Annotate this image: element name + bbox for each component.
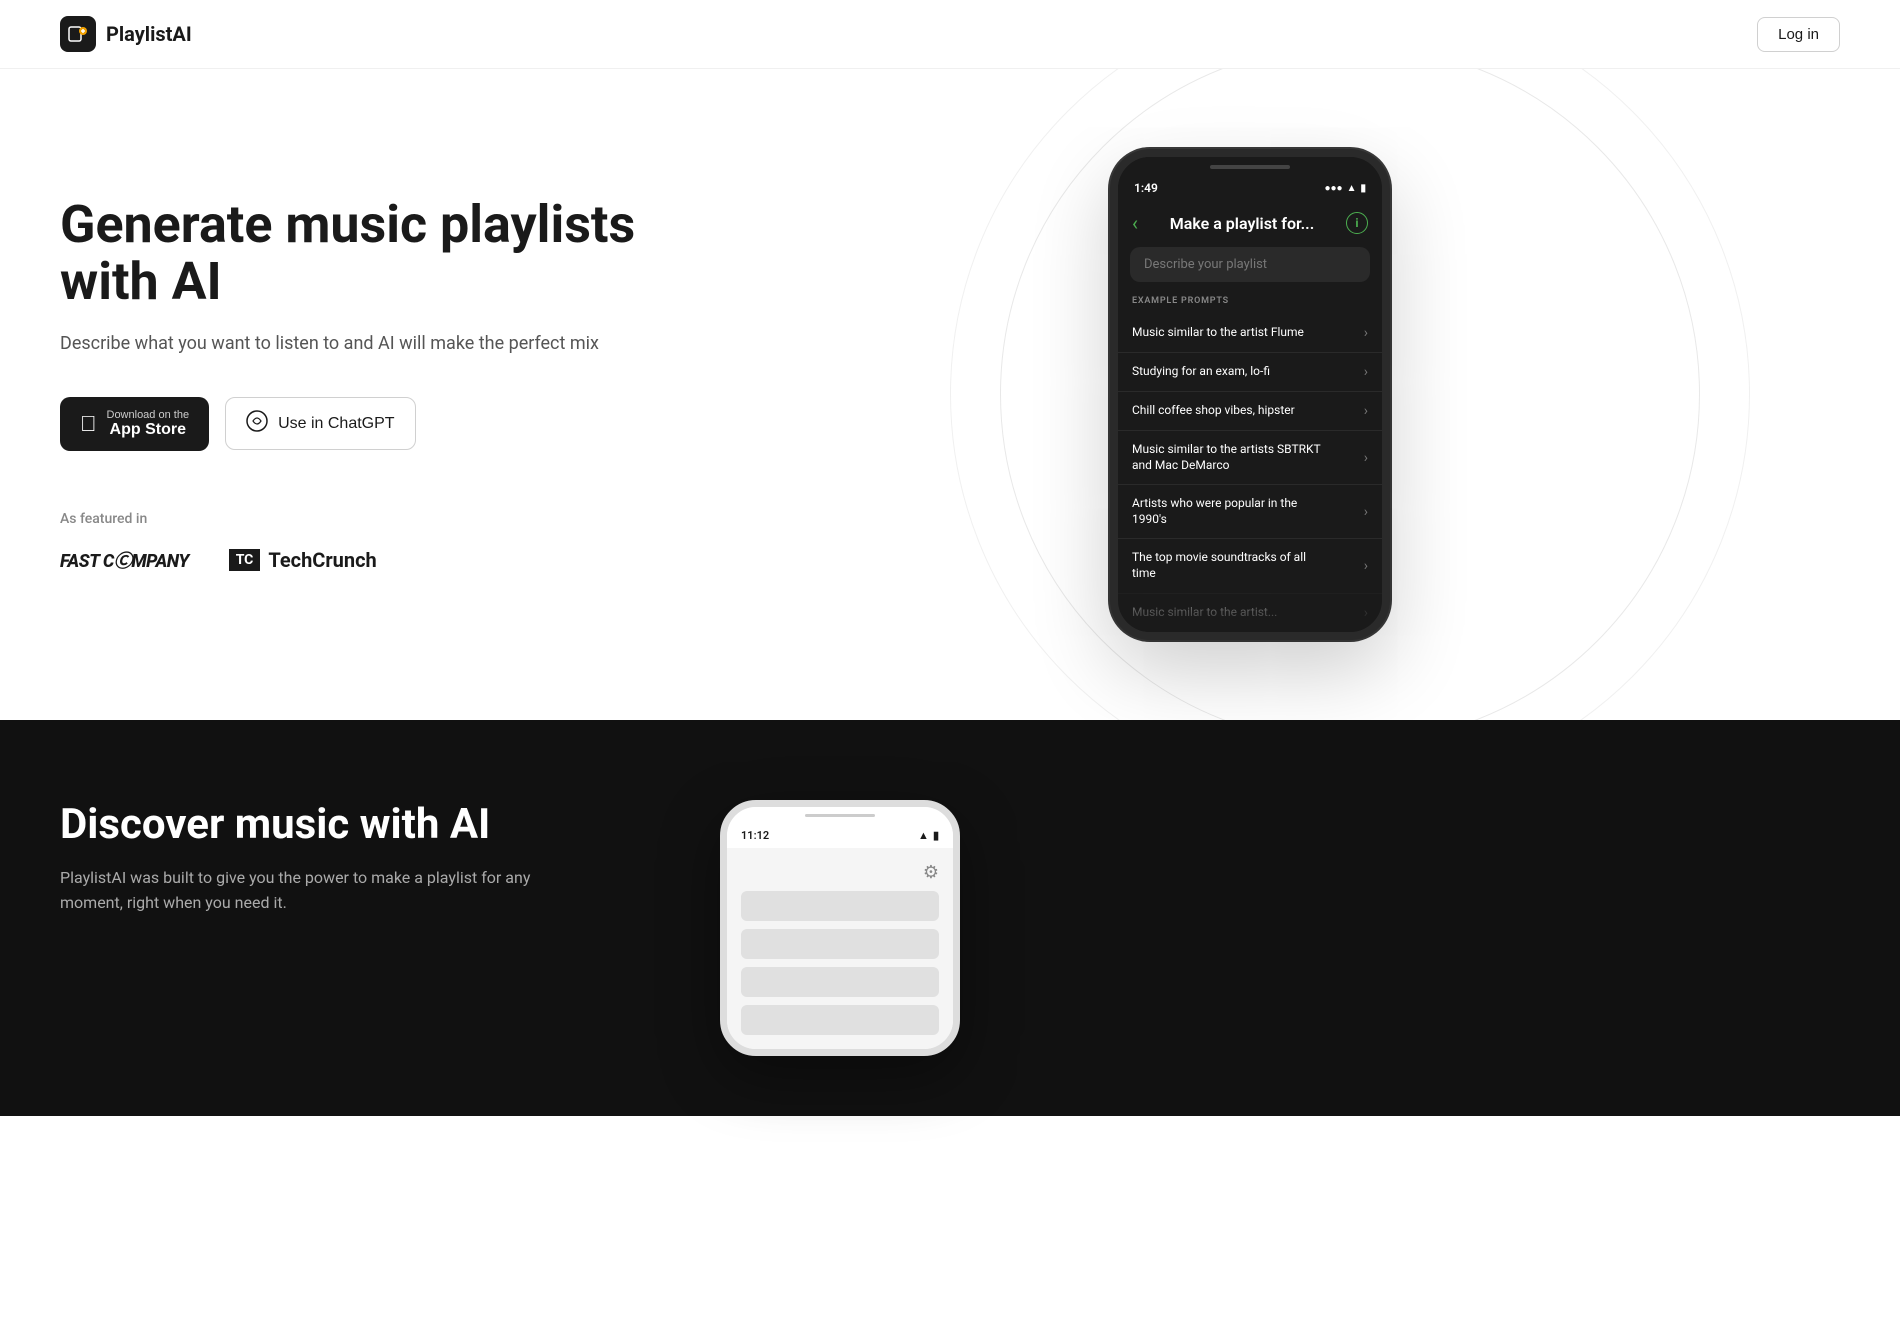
dark-section-right: 11:12 ▲ ▮ ⚙	[720, 800, 1840, 1056]
phone-notch	[1118, 157, 1382, 177]
phone-list-item[interactable]: Music similar to the artist Flume ›	[1118, 314, 1382, 352]
logo-area: PlaylistAI	[60, 16, 192, 52]
apple-icon: 	[80, 411, 97, 437]
phone2-status-right: ▲ ▮	[918, 829, 939, 842]
phone-mockup: 1:49 ●●● ▲ ▮ ‹ Make a playlist for... i …	[1110, 149, 1390, 640]
gear-icon: ⚙	[741, 862, 939, 891]
header: PlaylistAI Log in	[0, 0, 1900, 69]
chevron-icon-3: ›	[1364, 403, 1368, 419]
phone2-body: ⚙	[727, 848, 953, 1049]
hero-left: Generate music playlists with AI Describ…	[60, 196, 660, 573]
phone-fade	[1118, 602, 1382, 632]
wifi-icon: ▲	[1347, 183, 1357, 194]
tc-badge: TC	[229, 549, 261, 571]
techcrunch-text: TechCrunch	[268, 548, 376, 572]
chatgpt-button[interactable]: Use in ChatGPT	[225, 397, 415, 450]
phone2-wifi-icon: ▲	[918, 829, 929, 842]
chevron-icon-5: ›	[1364, 504, 1368, 520]
phone-search-placeholder: Describe your playlist	[1144, 257, 1267, 272]
phone-time: 1:49	[1134, 181, 1158, 195]
app-store-button[interactable]:  Download on the App Store	[60, 397, 209, 451]
phone-prompt-2: Studying for an exam, lo-fi	[1132, 364, 1270, 380]
featured-label: As featured in	[60, 511, 660, 527]
phone-notch-bar	[1210, 165, 1290, 169]
phone-list-item[interactable]: Studying for an exam, lo-fi ›	[1118, 352, 1382, 391]
hero-subtitle: Describe what you want to listen to and …	[60, 330, 660, 357]
phone2-notch	[727, 807, 953, 825]
app-store-main-text: App Store	[107, 421, 190, 439]
phone-mockup-2: 11:12 ▲ ▮ ⚙	[720, 800, 960, 1056]
phone2-time: 11:12	[741, 829, 769, 842]
phone2-item-4	[741, 1005, 939, 1035]
phone-list-item[interactable]: Artists who were popular in the 1990's ›	[1118, 484, 1382, 538]
dark-section-subtitle: PlaylistAI was built to give you the pow…	[60, 865, 540, 916]
app-logo-icon	[60, 16, 96, 52]
phone-prompt-4: Music similar to the artists SBTRKT and …	[1132, 442, 1332, 473]
phone-status-right: ●●● ▲ ▮	[1324, 183, 1366, 194]
hero-buttons:  Download on the App Store Use in ChatG…	[60, 397, 660, 451]
phone-list: Music similar to the artist Flume › Stud…	[1118, 314, 1382, 632]
chatgpt-label: Use in ChatGPT	[278, 415, 394, 433]
phone2-notch-bar	[805, 814, 875, 817]
phone-search-box[interactable]: Describe your playlist	[1130, 247, 1370, 282]
chatgpt-icon	[246, 410, 268, 437]
chevron-icon-1: ›	[1364, 325, 1368, 341]
dark-section-title: Discover music with AI	[60, 800, 640, 849]
phone-section-label: EXAMPLE PROMPTS	[1118, 296, 1382, 314]
phone-back-icon: ‹	[1132, 211, 1138, 235]
hero-section: Generate music playlists with AI Describ…	[0, 69, 1900, 720]
phone-app-header: ‹ Make a playlist for... i	[1118, 203, 1382, 247]
phone-prompt-6: The top movie soundtracks of all time	[1132, 550, 1332, 581]
phone-list-item[interactable]: Music similar to the artists SBTRKT and …	[1118, 430, 1382, 484]
fast-company-logo: FAST CⒸMPANY	[60, 547, 189, 573]
battery-icon: ▮	[1360, 183, 1366, 194]
phone2-battery-icon: ▮	[933, 829, 939, 842]
phone-list-item[interactable]: The top movie soundtracks of all time ›	[1118, 538, 1382, 592]
dark-section-left: Discover music with AI PlaylistAI was bu…	[60, 800, 640, 916]
techcrunch-logo: TC TechCrunch	[229, 548, 377, 572]
phone-prompt-3: Chill coffee shop vibes, hipster	[1132, 403, 1295, 419]
app-store-top-text: Download on the	[107, 409, 190, 421]
signal-icon: ●●●	[1324, 183, 1342, 194]
hero-title: Generate music playlists with AI	[60, 196, 660, 310]
phone-list-item[interactable]: Chill coffee shop vibes, hipster ›	[1118, 391, 1382, 430]
featured-logos: FAST CⒸMPANY TC TechCrunch	[60, 547, 660, 573]
chevron-icon-6: ›	[1364, 558, 1368, 574]
phone-info-icon: i	[1346, 212, 1368, 234]
chevron-icon-2: ›	[1364, 364, 1368, 380]
phone2-item-2	[741, 929, 939, 959]
phone2-item-1	[741, 891, 939, 921]
dark-section: Discover music with AI PlaylistAI was bu…	[0, 720, 1900, 1116]
phone-prompt-5: Artists who were popular in the 1990's	[1132, 496, 1332, 527]
phone2-item-3	[741, 967, 939, 997]
phone-status-bar: 1:49 ●●● ▲ ▮	[1118, 177, 1382, 203]
login-button[interactable]: Log in	[1757, 17, 1840, 52]
phone2-status-bar: 11:12 ▲ ▮	[727, 825, 953, 848]
phone-prompt-1: Music similar to the artist Flume	[1132, 325, 1304, 341]
hero-right: 1:49 ●●● ▲ ▮ ‹ Make a playlist for... i …	[660, 129, 1840, 640]
chevron-icon-4: ›	[1364, 450, 1368, 466]
app-store-text-area: Download on the App Store	[107, 409, 190, 439]
logo-text: PlaylistAI	[106, 22, 192, 46]
phone-app-title: Make a playlist for...	[1170, 214, 1314, 233]
